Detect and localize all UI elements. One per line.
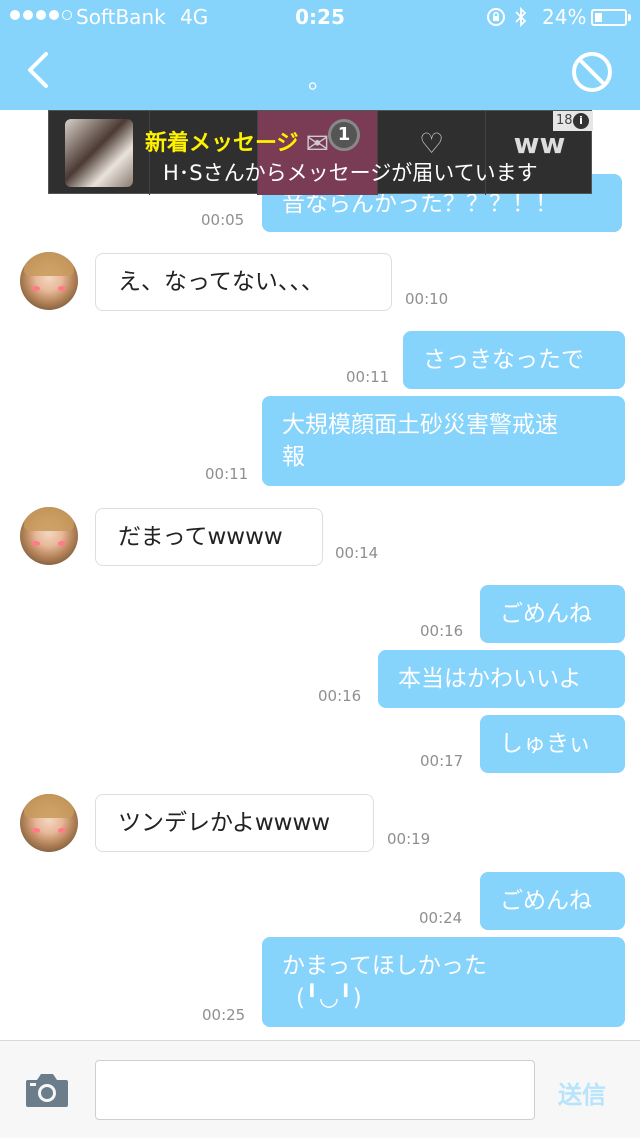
- ad-banner[interactable]: ✉ 1 ♡ ww 新着メッセージ H･Sさんからメッセージが届いています 18 …: [48, 110, 593, 195]
- message-timestamp: 00:16: [420, 622, 464, 640]
- message-bubble-outgoing[interactable]: ごめんね: [480, 872, 625, 930]
- message-text-line: (╹◡╹): [296, 985, 362, 1011]
- status-bar: SoftBank 4G 0:25 24%: [0, 0, 640, 36]
- message-bubble-outgoing[interactable]: ごめんね: [480, 585, 625, 643]
- message-timestamp: 00:19: [387, 830, 431, 848]
- message-text: え、なってない、、、: [118, 269, 324, 295]
- message-bubble-outgoing[interactable]: 大規模顔面土砂災害警戒速 報: [262, 396, 625, 486]
- message-input[interactable]: [95, 1060, 535, 1120]
- battery-fill: [595, 13, 602, 22]
- message-bubble-incoming[interactable]: ツンデレかよwwww: [95, 794, 374, 852]
- info-icon[interactable]: i: [573, 113, 589, 129]
- avatar[interactable]: [20, 507, 78, 565]
- message-text: 本当はかわいいよ: [398, 666, 582, 692]
- message-text-line: 大規模顔面土砂災害警戒速: [282, 412, 558, 438]
- battery-tip: [628, 14, 631, 21]
- message-timestamp: 00:14: [335, 544, 379, 562]
- message-bubble-outgoing[interactable]: しゅきぃ: [480, 715, 625, 773]
- ad-title: 新着メッセージ: [145, 131, 299, 156]
- chat-title: 。: [308, 66, 332, 94]
- message-timestamp: 00:05: [201, 211, 245, 229]
- bluetooth-icon: [515, 6, 527, 28]
- message-timestamp: 00:25: [202, 1006, 246, 1024]
- block-button[interactable]: [570, 50, 614, 94]
- message-timestamp: 00:24: [419, 909, 463, 927]
- battery-percent: 24%: [542, 5, 587, 29]
- send-button[interactable]: 送信: [558, 1075, 606, 1110]
- message-text: さっきなったで: [423, 347, 584, 373]
- message-timestamp: 00:16: [318, 687, 362, 705]
- avatar[interactable]: [20, 794, 78, 852]
- message-timestamp: 00:17: [420, 752, 464, 770]
- message-text: ごめんね: [500, 601, 592, 627]
- message-bubble-outgoing[interactable]: さっきなったで: [403, 331, 625, 389]
- ww-logo: ww: [513, 127, 566, 160]
- message-bubble-incoming[interactable]: え、なってない、、、: [95, 253, 392, 311]
- message-input-bar: 送信: [0, 1040, 640, 1138]
- message-timestamp: 00:11: [205, 465, 249, 483]
- message-timestamp: 00:11: [346, 368, 390, 386]
- message-timestamp: 00:10: [405, 290, 449, 308]
- message-text: しゅきぃ: [500, 731, 592, 757]
- message-bubble-incoming[interactable]: だまってwwww: [95, 508, 323, 566]
- message-bubble-outgoing[interactable]: かまってほしかった (╹◡╹): [262, 937, 625, 1027]
- message-text: ごめんね: [500, 888, 592, 914]
- ad-thumbnail-image: [65, 119, 133, 187]
- battery-icon: [591, 9, 627, 26]
- avatar[interactable]: [20, 252, 78, 310]
- rotation-lock-icon: [487, 8, 505, 26]
- message-bubble-outgoing[interactable]: 本当はかわいいよ: [378, 650, 625, 708]
- message-text: だまってwwww: [118, 524, 283, 550]
- notification-badge: 1: [328, 119, 360, 151]
- camera-button[interactable]: [24, 1071, 70, 1109]
- ad-subtitle: H･Sさんからメッセージが届いています: [163, 161, 538, 185]
- top-bar: SoftBank 4G 0:25 24% 。: [0, 0, 640, 110]
- heart-icon: ♡: [418, 127, 445, 160]
- message-text: ツンデレかよwwww: [118, 810, 331, 836]
- message-text-line: かまってほしかった: [282, 953, 487, 979]
- message-text-line: 報: [282, 444, 305, 470]
